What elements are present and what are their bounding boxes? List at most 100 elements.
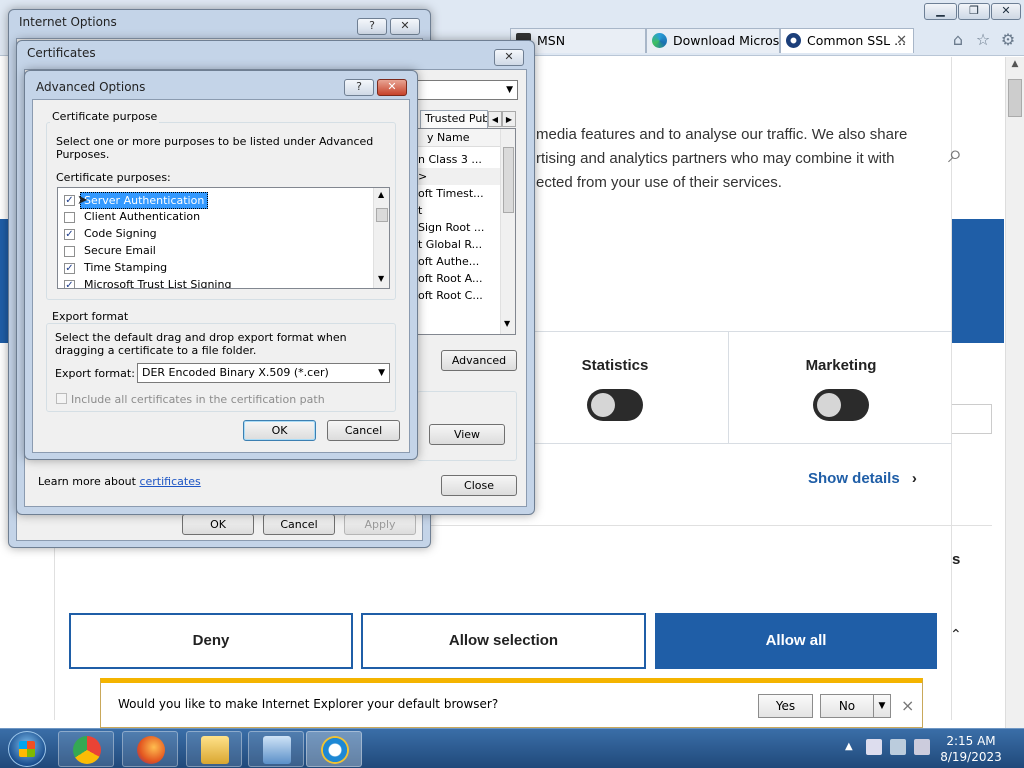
cancel-button[interactable]: Cancel [327,420,400,441]
marketing-toggle[interactable] [813,389,869,421]
taskbar-firefox[interactable] [122,731,178,767]
internet-explorer-icon [321,736,349,764]
server-auth-checkbox[interactable]: ✓ [64,195,75,206]
close-dialog-button[interactable]: ✕ [494,49,524,66]
taskbar-control-panel[interactable] [248,731,304,767]
list-item[interactable]: ✓ Microsoft Trust List Signing [62,277,372,288]
client-auth-checkbox[interactable] [64,212,75,223]
time-stamping-label[interactable]: Time Stamping [84,261,167,274]
list-item[interactable]: oft Root C... [418,287,500,304]
tab-scroll-left-icon[interactable]: ◀ [488,111,502,127]
scroll-down-icon[interactable]: ▼ [378,274,384,283]
favorites-star-icon[interactable]: ☆ [971,28,995,52]
secure-email-label[interactable]: Secure Email [84,244,156,257]
certificate-purpose-legend: Certificate purpose [50,110,160,123]
export-format-label: Export format: [55,367,135,380]
list-item[interactable]: oft Root A... [418,270,500,287]
tab-common-ssl[interactable]: Common SSL ... ✕ [780,28,914,53]
include-all-checkbox[interactable] [56,393,67,404]
search-icon[interactable]: ⌕ [948,139,963,170]
code-signing-label[interactable]: Code Signing [84,227,157,240]
certificate-list[interactable]: y Name n Class 3 ... > oft Timest... t S… [417,128,516,335]
yes-button[interactable]: Yes [758,694,813,718]
tab-trusted-publishers[interactable]: Trusted Publ [420,110,488,128]
toggle-knob [591,393,615,417]
close-dialog-button[interactable]: ✕ [390,18,420,35]
apply-button[interactable]: Apply [344,514,416,535]
show-hidden-icons-icon[interactable]: ▲ [845,741,853,752]
advanced-button[interactable]: Advanced [441,350,517,371]
settings-gear-icon[interactable]: ⚙ [996,28,1020,52]
view-button[interactable]: View [429,424,505,445]
column-header-friendly-name[interactable]: y Name [418,129,500,147]
scroll-thumb[interactable] [503,147,514,213]
scroll-up-icon[interactable]: ▲ [378,190,384,199]
certificates-link[interactable]: certificates [139,475,200,488]
allow-all-button[interactable]: Allow all [655,613,937,669]
trust-list-signing-checkbox[interactable]: ✓ [64,280,75,288]
statistics-label: Statistics [581,357,649,374]
secure-email-checkbox[interactable] [64,246,75,257]
volume-muted-icon[interactable] [914,739,930,755]
start-button[interactable] [8,731,46,767]
page-scrollbar[interactable]: ▲ [1005,57,1024,728]
taskbar-chrome[interactable] [58,731,114,767]
export-format-select[interactable]: DER Encoded Binary X.509 (*.cer) ▼ [137,363,390,383]
trust-list-signing-label[interactable]: Microsoft Trust List Signing [84,278,231,288]
deny-button[interactable]: Deny [69,613,353,669]
list-item[interactable]: Client Authentication [62,209,372,226]
help-button[interactable]: ? [357,18,387,35]
client-auth-label[interactable]: Client Authentication [84,210,200,223]
scroll-down-icon[interactable]: ▼ [504,319,510,328]
purposes-scrollbar[interactable]: ▲ ▼ [373,188,389,288]
export-description: Select the default drag and drop export … [55,331,347,357]
list-item[interactable]: n Class 3 ... [418,151,500,168]
close-notification-icon[interactable]: × [901,696,914,715]
allow-selection-button[interactable]: Allow selection [361,613,646,669]
time-stamping-checkbox[interactable]: ✓ [64,263,75,274]
system-clock[interactable]: 2:15 AM 8/19/2023 [940,733,1002,765]
no-dropdown-arrow-icon[interactable]: ▼ [873,694,891,718]
close-dialog-button[interactable]: ✕ [377,79,407,96]
close-window-button[interactable]: ✕ [991,3,1021,20]
close-button[interactable]: Close [441,475,517,496]
chevron-up-icon[interactable]: ⌃ [950,627,962,643]
network-icon[interactable] [890,739,906,755]
action-center-flag-icon[interactable] [866,739,882,755]
certificate-purposes-list[interactable]: ✓ Server Authentication Client Authentic… [57,187,390,289]
close-tab-icon[interactable]: ✕ [896,29,907,52]
minimize-button[interactable]: ▁ [924,3,957,20]
tab-download[interactable]: Download Micros... [646,28,780,53]
statistics-toggle[interactable] [587,389,643,421]
server-auth-label[interactable]: Server Authentication [80,192,209,209]
no-button[interactable]: No [820,694,874,718]
list-item[interactable]: ✓ Time Stamping [62,260,372,277]
learn-more-prefix: Learn more about [38,475,140,488]
list-item[interactable]: > [418,168,500,185]
tab-scroll-right-icon[interactable]: ▶ [502,111,516,127]
taskbar-internet-explorer[interactable] [306,731,362,767]
code-signing-checkbox[interactable]: ✓ [64,229,75,240]
list-item[interactable]: t [418,202,500,219]
scroll-thumb[interactable] [376,208,388,222]
scroll-up-icon[interactable]: ▲ [1008,59,1022,73]
taskbar-explorer[interactable] [186,731,242,767]
clock-time: 2:15 AM [946,734,996,748]
ok-button[interactable]: OK [182,514,254,535]
cancel-button[interactable]: Cancel [263,514,335,535]
scroll-thumb[interactable] [1008,79,1022,117]
ok-button[interactable]: OK [243,420,316,441]
intended-purpose-select[interactable]: ▼ [417,80,518,100]
show-details-link[interactable]: Show details › [808,470,917,487]
list-item[interactable]: oft Authe... [418,253,500,270]
list-item[interactable]: oft Timest... [418,185,500,202]
list-item[interactable]: Sign Root ... [418,219,500,236]
list-scrollbar[interactable]: ▼ [500,129,515,334]
list-item[interactable]: ✓ Code Signing [62,226,372,243]
home-icon[interactable]: ⌂ [946,28,970,52]
list-item[interactable]: ✓ Server Authentication [62,192,372,209]
maximize-button[interactable]: ❐ [958,3,990,20]
list-item[interactable]: t Global R... [418,236,500,253]
list-item[interactable]: Secure Email [62,243,372,260]
help-button[interactable]: ? [344,79,374,96]
